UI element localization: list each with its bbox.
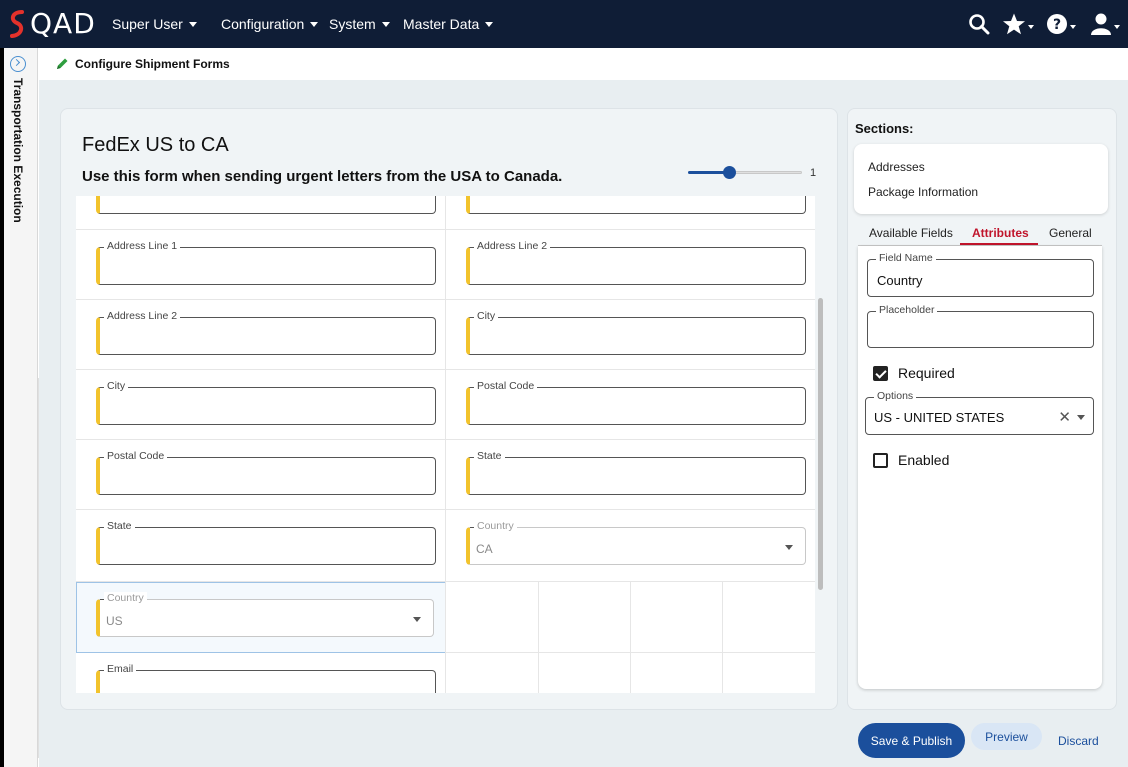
- chevron-down-icon: [1070, 25, 1076, 29]
- column-divider: [445, 196, 446, 693]
- pencil-icon: [55, 57, 69, 71]
- slider-track: [730, 171, 802, 174]
- section-item-addresses[interactable]: Addresses: [868, 160, 925, 174]
- form-field-partial[interactable]: [96, 196, 436, 214]
- form-title: FedEx US to CA: [82, 134, 229, 156]
- sections-list: [854, 144, 1108, 214]
- chevron-down-icon: [1114, 25, 1120, 29]
- section-item-package-information[interactable]: Package Information: [868, 185, 978, 199]
- user-menu-button[interactable]: [1090, 10, 1120, 38]
- sections-title: Sections:: [855, 121, 914, 136]
- field-label: Email: [99, 663, 137, 675]
- preview-button[interactable]: Preview: [971, 723, 1042, 750]
- slider-thumb[interactable]: [723, 166, 736, 179]
- chevron-down-icon: [310, 21, 319, 27]
- breadcrumb: Configure Shipment Forms: [39, 48, 1128, 80]
- form-field[interactable]: Email: [96, 663, 436, 693]
- chevron-down-icon: [413, 617, 421, 622]
- field-label: Country: [100, 592, 147, 604]
- field-label: Address Line 2: [99, 310, 181, 322]
- logo-text: QAD: [30, 7, 96, 40]
- menu-super-user[interactable]: Super User: [112, 0, 197, 48]
- checkbox-checked-icon: [873, 365, 888, 381]
- form-field[interactable]: Address Line 1: [96, 240, 436, 285]
- field-label: City: [99, 380, 129, 392]
- field-name-value: Country: [877, 273, 923, 288]
- chevron-down-icon: [485, 21, 494, 27]
- options-select[interactable]: Options US - UNITED STATES ✕: [865, 390, 1094, 435]
- menu-master-data[interactable]: Master Data: [403, 0, 494, 48]
- user-icon: [1091, 13, 1111, 35]
- clear-icon[interactable]: ✕: [1058, 408, 1071, 426]
- form-field-grid: Address Line 1 Address Line 2 Address Li…: [76, 196, 815, 693]
- field-value: US: [106, 614, 123, 628]
- form-field[interactable]: State: [96, 520, 436, 565]
- placeholder-label: Placeholder: [876, 304, 938, 316]
- form-field[interactable]: State: [466, 450, 806, 495]
- field-label: Postal Code: [469, 380, 538, 392]
- form-field[interactable]: Address Line 2: [466, 240, 806, 285]
- expand-rail-icon[interactable]: [10, 56, 26, 72]
- chevron-down-icon: [1028, 25, 1034, 29]
- form-description: Use this form when sending urgent letter…: [82, 168, 563, 185]
- form-field[interactable]: City: [96, 380, 436, 425]
- search-button[interactable]: [968, 10, 990, 38]
- options-label: Options: [874, 390, 917, 402]
- star-icon: [1003, 13, 1025, 35]
- column-divider: [722, 582, 723, 693]
- favorites-button[interactable]: [1002, 10, 1034, 38]
- field-name-input[interactable]: Field Name Country: [867, 252, 1094, 297]
- tab-general[interactable]: General: [1049, 226, 1092, 240]
- top-navigation-bar: QAD Super User Configuration System Mast…: [0, 0, 1128, 48]
- tab-available-fields[interactable]: Available Fields: [869, 226, 953, 240]
- field-label: State: [100, 520, 135, 532]
- menu-configuration[interactable]: Configuration: [221, 0, 319, 48]
- column-divider: [538, 582, 539, 693]
- required-label: Required: [898, 365, 955, 381]
- search-icon: [969, 14, 990, 35]
- chevron-down-icon[interactable]: [1077, 415, 1085, 420]
- country-select[interactable]: Country US: [96, 592, 434, 637]
- page-title: Configure Shipment Forms: [75, 57, 230, 71]
- field-label: Address Line 1: [99, 240, 181, 252]
- svg-text:?: ?: [1053, 17, 1061, 33]
- help-icon: ?: [1047, 14, 1067, 34]
- help-button[interactable]: ?: [1046, 10, 1076, 38]
- field-label: Postal Code: [99, 450, 168, 462]
- column-divider: [630, 582, 631, 693]
- form-field[interactable]: Postal Code: [466, 380, 806, 425]
- field-label: Country: [470, 520, 517, 532]
- qad-logo-icon: [10, 10, 24, 38]
- form-field-partial[interactable]: [466, 196, 806, 214]
- field-label: City: [469, 310, 499, 322]
- left-rail: Transportation Execution: [0, 48, 42, 767]
- field-label: State: [470, 450, 505, 462]
- form-field[interactable]: Postal Code: [96, 450, 436, 495]
- menu-system[interactable]: System: [329, 0, 390, 48]
- chevron-down-icon: [785, 545, 793, 550]
- column-slider[interactable]: [688, 166, 803, 180]
- options-value: US - UNITED STATES: [874, 410, 1005, 425]
- form-scrollbar[interactable]: [818, 298, 823, 590]
- checkbox-unchecked-icon: [873, 452, 888, 468]
- chevron-down-icon: [188, 21, 197, 27]
- field-name-label: Field Name: [876, 252, 936, 264]
- tab-attributes[interactable]: Attributes: [972, 226, 1029, 240]
- qad-logo[interactable]: QAD: [8, 8, 96, 40]
- enabled-checkbox[interactable]: Enabled: [873, 452, 949, 468]
- save-publish-button[interactable]: Save & Publish: [858, 723, 965, 758]
- discard-button[interactable]: Discard: [1058, 734, 1099, 748]
- chevron-down-icon: [381, 21, 390, 27]
- field-value: CA: [476, 542, 493, 556]
- slider-value: 1: [810, 167, 817, 179]
- form-field[interactable]: Address Line 2: [96, 310, 436, 355]
- field-label: Address Line 2: [469, 240, 551, 252]
- active-tab-indicator: [960, 243, 1038, 245]
- enabled-label: Enabled: [898, 452, 950, 468]
- rail-title[interactable]: Transportation Execution: [11, 78, 25, 223]
- placeholder-input[interactable]: Placeholder: [867, 304, 1094, 348]
- form-field[interactable]: City: [466, 310, 806, 355]
- required-checkbox[interactable]: Required: [873, 365, 955, 381]
- country-select[interactable]: Country CA: [466, 520, 806, 565]
